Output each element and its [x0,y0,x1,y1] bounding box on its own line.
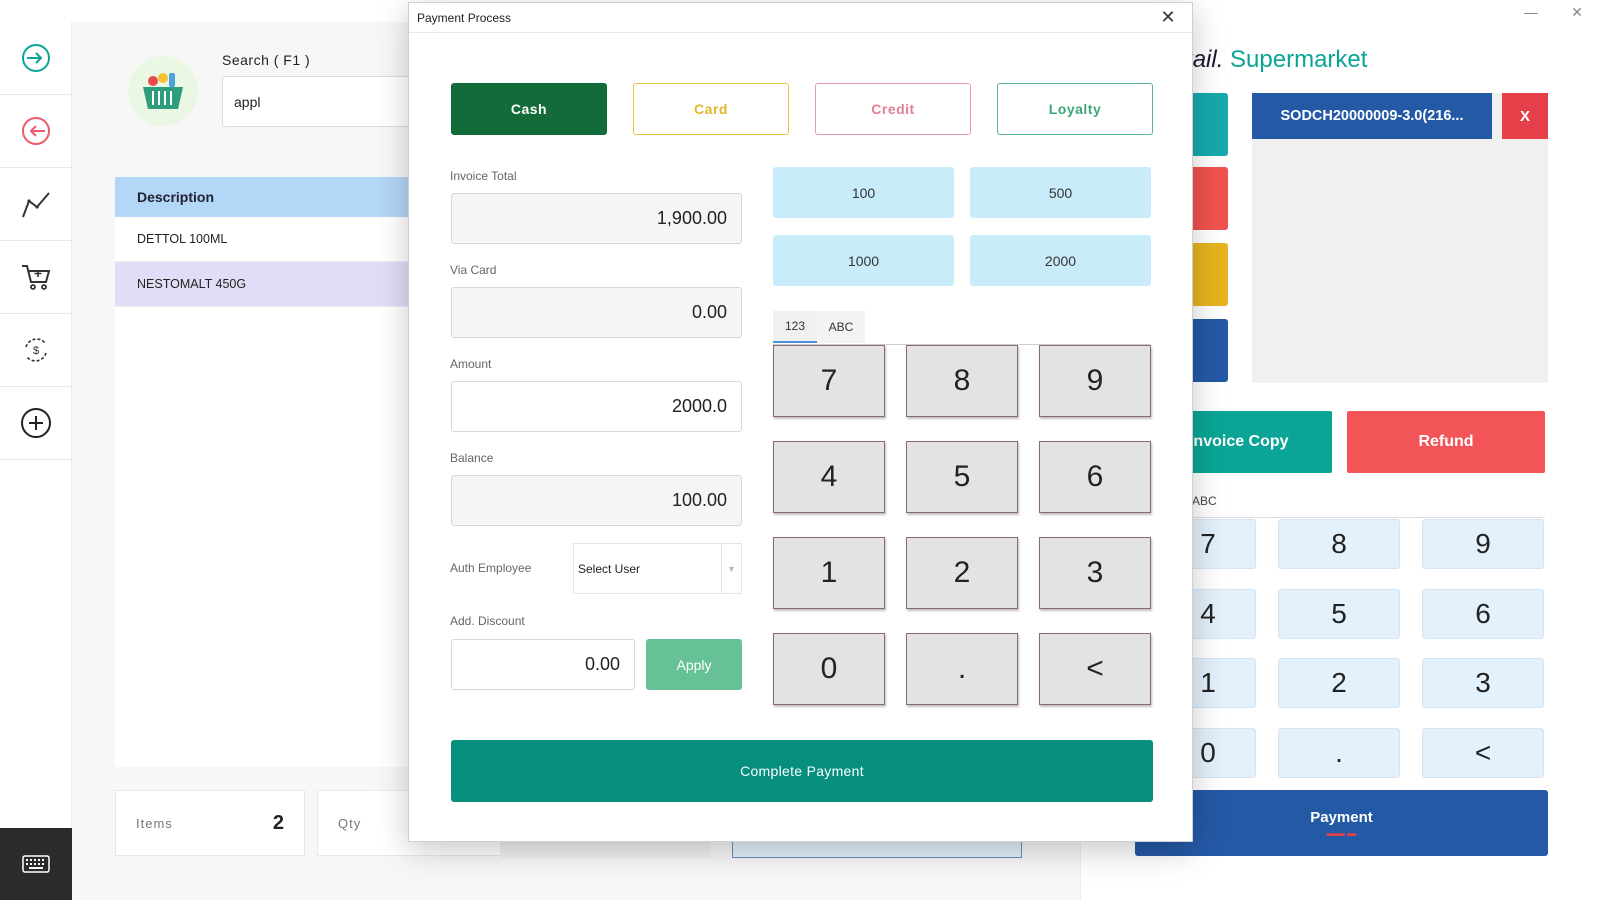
key-8[interactable]: 8 [906,345,1018,417]
bg-key-6[interactable]: 6 [1422,589,1544,639]
brand-subtitle: Supermarket [1230,46,1368,73]
sign-out-icon [21,117,50,145]
tab-credit[interactable]: Credit [815,83,971,135]
auth-employee-label: Auth Employee [450,561,532,575]
payment-button-label: Payment [1310,808,1373,826]
payment-button[interactable]: Payment ▬▬ ▬ [1135,790,1548,856]
bg-key-dot[interactable]: . [1278,728,1400,778]
invoice-total-label: Invoice Total [450,169,517,183]
complete-payment-button[interactable]: Complete Payment [451,740,1153,802]
key-1[interactable]: 1 [773,537,885,609]
key-3[interactable]: 3 [1039,537,1151,609]
dialog-titlebar: Payment Process ✕ [409,3,1192,33]
keyboard-button[interactable] [0,828,72,900]
chart-line-icon [21,192,50,218]
sign-in-icon [21,44,50,72]
bg-key-5[interactable]: 5 [1278,589,1400,639]
key-5[interactable]: 5 [906,441,1018,513]
chevron-down-icon: ▼ [721,544,741,593]
strip-segment [500,840,710,858]
balance-field: 100.00 [451,475,742,526]
payment-method-tabs: Cash Card Credit Loyalty [451,83,1153,135]
amount-input[interactable]: 2000.0 [451,381,742,432]
payment-dialog: Payment Process ✕ Cash Card Credit Loyal… [408,2,1193,842]
balance-label: Balance [450,451,494,465]
tab-alpha[interactable]: ABC [817,311,865,343]
refund-button[interactable]: Refund [1347,411,1545,473]
basket-icon [143,73,183,109]
currency-exchange-icon: $ [24,338,47,362]
key-2[interactable]: 2 [906,537,1018,609]
invoice-total-field: 1,900.00 [451,193,742,244]
bg-tab-abc[interactable]: ABC [1192,486,1222,516]
svg-text:$: $ [32,345,38,357]
nav-reports[interactable] [0,168,71,241]
key-9[interactable]: 9 [1039,345,1151,417]
held-order-tag[interactable]: SODCH20000009-3.0(216... [1252,93,1492,139]
key-backspace[interactable]: < [1039,633,1151,705]
dialog-close-button[interactable]: ✕ [1156,7,1180,28]
search-input[interactable] [222,76,422,127]
tab-numeric[interactable]: 123 [773,311,817,343]
via-card-label: Via Card [450,263,497,277]
bg-keypad-tabs: ABC [1160,486,1545,518]
window-controls: — ✕ [1508,0,1600,24]
nav-sign-out[interactable] [0,95,71,168]
key-0[interactable]: 0 [773,633,885,705]
keypad-tabs: 123 ABC [773,311,1150,345]
items-label: Items [136,815,173,831]
bg-key-3[interactable]: 3 [1422,658,1544,708]
key-4[interactable]: 4 [773,441,885,513]
strip-segment-active [732,840,1022,858]
apply-discount-button[interactable]: Apply [646,639,742,690]
add-discount-label: Add. Discount [450,614,525,628]
add-discount-input[interactable]: 0.00 [451,639,635,690]
payment-shortcut-hint: ▬▬ ▬ [1326,827,1357,838]
key-6[interactable]: 6 [1039,441,1151,513]
via-card-field: 0.00 [451,287,742,338]
minimize-button[interactable]: — [1508,0,1554,24]
keyboard-icon [22,855,50,873]
tab-cash[interactable]: Cash [451,83,607,135]
qty-label: Qty [338,815,362,831]
amount-label: Amount [450,357,492,371]
nav-cart[interactable] [0,241,71,314]
items-count-card: Items 2 [115,790,305,856]
quick-amount-100[interactable]: 100 [773,167,954,218]
cart-icon [21,265,50,290]
quick-amount-500[interactable]: 500 [970,167,1151,218]
tab-card[interactable]: Card [633,83,789,135]
nav-exchange[interactable]: $ [0,314,71,387]
auth-employee-value: Select User [578,561,641,576]
nav-sign-in[interactable] [0,22,71,95]
tab-loyalty[interactable]: Loyalty [997,83,1153,135]
auth-employee-select[interactable]: Select User ▼ [573,543,742,594]
quick-amount-1000[interactable]: 1000 [773,235,954,286]
dialog-title: Payment Process [417,10,512,25]
bottom-strip [500,840,1030,858]
add-circle-icon [20,408,51,438]
left-sidebar: $ [0,22,72,900]
search-label: Search ( F1 ) [222,52,311,68]
key-dot[interactable]: . [906,633,1018,705]
quick-amount-2000[interactable]: 2000 [970,235,1151,286]
bg-key-8[interactable]: 8 [1278,519,1400,569]
bg-key-9[interactable]: 9 [1422,519,1544,569]
remove-order-button[interactable]: X [1502,93,1548,139]
bg-key-backspace[interactable]: < [1422,728,1544,778]
key-7[interactable]: 7 [773,345,885,417]
items-value: 2 [272,811,284,834]
bg-key-2[interactable]: 2 [1278,658,1400,708]
store-logo [128,56,198,126]
nav-add[interactable] [0,387,71,460]
window-close-button[interactable]: ✕ [1554,0,1600,24]
